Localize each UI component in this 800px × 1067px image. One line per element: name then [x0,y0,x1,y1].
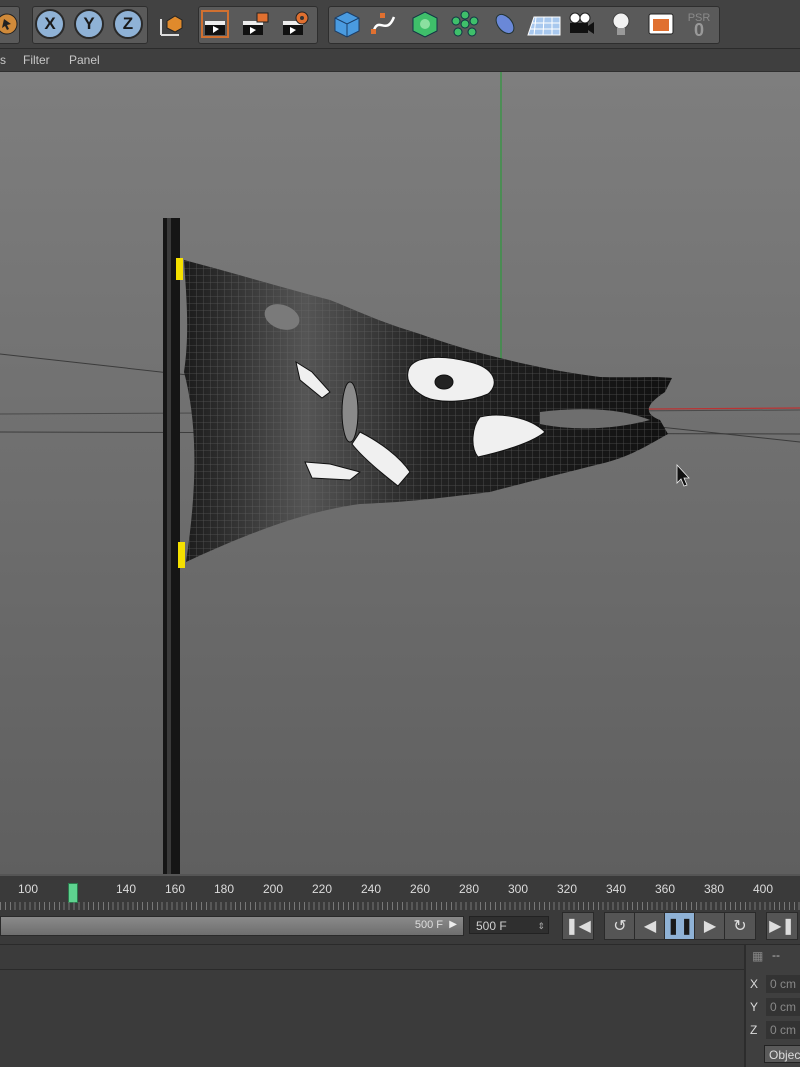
timeline-tick: 400 [752,882,774,896]
render-group [198,6,318,44]
coordinates-panel: ▦ -- X 0 cm Y 0 cm Z 0 cm Objec [744,945,800,1067]
timeline-tick: 220 [311,882,333,896]
deformer-icon[interactable] [489,8,521,40]
move-tool-group [0,6,20,44]
coord-y-field[interactable]: 0 cm [766,998,800,1016]
object-group: PSR 0 [328,6,720,44]
go-to-start-button[interactable]: ❚◀ [562,912,594,940]
pause-button[interactable]: ❚❚ [664,912,696,940]
timeline-tick: 340 [605,882,627,896]
timeline-tick: 160 [164,882,186,896]
world-coord-icon[interactable] [154,8,186,40]
timeline-tick: 140 [115,882,137,896]
timeline-tick: 300 [507,882,529,896]
object-mode-button[interactable]: Objec [764,1045,800,1063]
loop-forward-button[interactable]: ↻ [724,912,756,940]
range-slider-handle-icon: ▶ [449,919,457,930]
loop-back-button[interactable]: ↺ [604,912,636,940]
timeline-ticks [0,902,800,910]
stepper-icon: ⇕ [537,921,545,931]
timeline-tick: 100 [17,882,39,896]
light-icon[interactable] [605,8,637,40]
scene-icon[interactable] [645,8,677,40]
z-axis-icon[interactable]: Z [112,8,144,40]
cube-icon[interactable] [331,8,363,40]
transport-bar: 500 F ▶ 500 F ⇕ ❚◀ ↺ ◀ ❚❚ ▶ ↻ ▶❚ [0,910,800,942]
psr-icon[interactable]: PSR 0 [683,8,715,40]
floor-icon[interactable] [525,8,563,40]
render-view-icon[interactable] [199,8,231,40]
main-toolbar: X Y Z PSR 0 [0,0,800,49]
play-backwards-button[interactable]: ◀ [634,912,666,940]
attributes-panel: ▦ -- X 0 cm Y 0 cm Z 0 cm Objec [0,944,800,1067]
timeline-tick: 320 [556,882,578,896]
subdivision-icon[interactable] [409,8,441,40]
coord-row-z: Z 0 cm [750,1021,800,1039]
timeline-tick: 360 [654,882,676,896]
timeline-tick: 380 [703,882,725,896]
timeline-playhead[interactable] [68,883,78,903]
menu-item-filter[interactable]: Filter [23,53,50,67]
coord-row-y: Y 0 cm [750,998,800,1016]
3d-viewport[interactable] [0,72,800,874]
coord-z-field[interactable]: 0 cm [766,1021,800,1039]
scene-render [0,72,800,874]
coord-x-field[interactable]: 0 cm [766,975,800,993]
timeline-tick: 260 [409,882,431,896]
timeline-ruler[interactable]: 100 140 160 180 200 220 240 260 280 300 … [0,874,800,912]
flag-cloth[interactable] [184,260,672,562]
menu-item-panel[interactable]: Panel [69,53,100,67]
end-frame-field[interactable]: 500 F ⇕ [469,916,549,934]
move-icon[interactable] [0,8,21,40]
camera-icon[interactable] [565,8,597,40]
mouse-cursor-icon [676,463,690,487]
play-forwards-button[interactable]: ▶ [694,912,726,940]
cloner-icon[interactable] [449,8,481,40]
range-slider-label: 500 F [414,919,443,931]
timeline-tick: 280 [458,882,480,896]
menu-item-options[interactable]: s [0,53,6,67]
spline-pen-icon[interactable] [367,8,399,40]
y-axis-icon[interactable]: Y [73,8,105,40]
axis-group: X Y Z [32,6,148,44]
render-picture-viewer-icon[interactable] [239,8,271,40]
render-settings-icon[interactable] [279,8,311,40]
flag-pole[interactable] [163,218,185,874]
go-to-end-button[interactable]: ▶❚ [766,912,798,940]
panel-divider [0,969,744,970]
viewport-menubar: s Filter Panel [0,49,800,72]
coordinates-header: -- [772,948,780,962]
timeline-tick: 200 [262,882,284,896]
timeline-tick: 240 [360,882,382,896]
range-slider[interactable]: 500 F ▶ [0,916,464,936]
timeline-tick: 180 [213,882,235,896]
x-axis-icon[interactable]: X [34,8,66,40]
coord-row-x: X 0 cm [750,975,800,993]
grid-icon: ▦ [752,949,764,963]
